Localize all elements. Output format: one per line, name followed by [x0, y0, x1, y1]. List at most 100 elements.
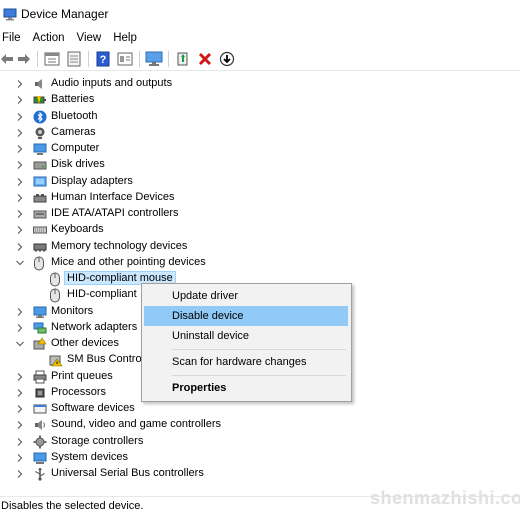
tree-category-batteries[interactable]: Batteries [0, 92, 520, 108]
update-driver-icon [177, 52, 188, 66]
tree-category-audio-inputs-and-outputs[interactable]: Audio inputs and outputs [0, 76, 520, 92]
chevron-right-icon[interactable] [15, 242, 25, 252]
tree-category-computer[interactable]: Computer [0, 141, 520, 157]
back-button[interactable] [0, 49, 14, 69]
menu-action[interactable]: Action [27, 32, 71, 44]
status-text: Disables the selected device. [1, 500, 144, 512]
chevron-right-icon[interactable] [15, 160, 25, 170]
context-uninstall-device[interactable]: Uninstall device [144, 326, 348, 346]
speaker-icon [33, 76, 47, 92]
menu-bar: File Action View Help [0, 28, 520, 47]
chevron-right-icon[interactable] [15, 437, 25, 447]
network-icon [33, 320, 47, 336]
ide-icon [33, 206, 47, 222]
software-icon [33, 401, 47, 417]
tree-item-label: Audio inputs and outputs [51, 77, 173, 89]
storage-icon [33, 434, 47, 450]
context-properties[interactable]: Properties [144, 378, 348, 398]
properties-button[interactable] [41, 49, 63, 69]
tree-item-label: Computer [51, 142, 100, 154]
chevron-right-icon[interactable] [15, 307, 25, 317]
tree-category-human-interface-devices[interactable]: Human Interface Devices [0, 190, 520, 206]
tree-item-label: Mice and other pointing devices [51, 256, 206, 268]
tree-category-display-adapters[interactable]: Display adapters [0, 174, 520, 190]
tree-category-memory-technology-devices[interactable]: Memory technology devices [0, 239, 520, 255]
tree-item-label: Print queues [51, 370, 113, 382]
show-hide-icon [67, 51, 81, 67]
update-driver-button[interactable] [172, 49, 194, 69]
properties-icon [44, 52, 60, 66]
tree-category-ide-ata-atapi-controllers[interactable]: IDE ATA/ATAPI controllers [0, 206, 520, 222]
chevron-right-icon[interactable] [15, 323, 25, 333]
chevron-right-icon[interactable] [15, 469, 25, 479]
tree-item-label: Monitors [51, 305, 94, 317]
toolbar: ? [0, 48, 520, 71]
chevron-right-icon[interactable] [15, 209, 25, 219]
menu-help[interactable]: Help [107, 32, 143, 44]
tree-category-cameras[interactable]: Cameras [0, 125, 520, 141]
monitor-icon [145, 51, 163, 66]
tree-item-label: Software devices [51, 402, 135, 414]
chevron-right-icon[interactable] [15, 112, 25, 122]
tree-category-software-devices[interactable]: Software devices [0, 401, 520, 417]
chevron-right-icon[interactable] [15, 95, 25, 105]
chevron-right-icon[interactable] [15, 193, 25, 203]
processor-icon [33, 385, 47, 401]
tree-item-label: Universal Serial Bus controllers [51, 467, 204, 479]
watermark: shenmazhishi.com [370, 488, 520, 508]
chevron-right-icon[interactable] [15, 404, 25, 414]
context-update-driver[interactable]: Update driver [144, 286, 348, 306]
chevron-right-icon[interactable] [15, 144, 25, 154]
forward-button[interactable] [14, 49, 34, 69]
chevron-right-icon[interactable] [15, 453, 25, 463]
uninstall-button[interactable] [194, 49, 216, 69]
monitor-button[interactable] [143, 49, 165, 69]
forward-icon [18, 54, 30, 64]
chevron-right-icon[interactable] [15, 388, 25, 398]
usb-icon [33, 466, 47, 482]
tree-category-disk-drives[interactable]: Disk drives [0, 157, 520, 173]
uninstall-icon [198, 52, 212, 66]
chevron-right-icon[interactable] [15, 79, 25, 89]
tree-category-system-devices[interactable]: System devices [0, 450, 520, 466]
menu-view[interactable]: View [71, 32, 108, 44]
tree-item-label: Display adapters [51, 175, 133, 187]
help-button[interactable]: ? [92, 49, 114, 69]
chevron-right-icon[interactable] [15, 177, 25, 187]
view-button[interactable] [114, 49, 136, 69]
tree-category-sound-video-and-game-controllers[interactable]: Sound, video and game controllers [0, 417, 520, 433]
printer-icon [33, 369, 47, 385]
tree-item-label: Other devices [51, 337, 119, 349]
tree-category-universal-serial-bus-controllers[interactable]: Universal Serial Bus controllers [0, 466, 520, 482]
context-disable-device[interactable]: Disable device [144, 306, 348, 326]
context-scan-hardware[interactable]: Scan for hardware changes [144, 352, 348, 372]
mouse-icon [49, 271, 63, 287]
mouse-icon [49, 287, 63, 303]
bluetooth-icon [33, 109, 47, 125]
menu-file[interactable]: File [0, 32, 27, 44]
context-item-label: Update driver [172, 290, 239, 302]
other-devices-icon [33, 336, 47, 352]
tree-category-storage-controllers[interactable]: Storage controllers [0, 434, 520, 450]
tree-category-bluetooth[interactable]: Bluetooth [0, 109, 520, 125]
svg-text:?: ? [100, 54, 107, 66]
memory-icon [33, 239, 47, 255]
warning-device-icon [49, 352, 63, 368]
tree-item-label: SM Bus Contro [67, 353, 142, 365]
chevron-down-icon[interactable] [15, 258, 25, 268]
chevron-down-icon[interactable] [15, 339, 25, 349]
chevron-right-icon[interactable] [15, 420, 25, 430]
chevron-right-icon[interactable] [15, 225, 25, 235]
display-adapter-icon [33, 174, 47, 190]
context-separator [172, 375, 346, 376]
chevron-right-icon[interactable] [15, 372, 25, 382]
tree-category-mice-and-other-pointing-devices[interactable]: Mice and other pointing devices [0, 255, 520, 271]
tree-item-label: Memory technology devices [51, 240, 188, 252]
back-icon [1, 54, 13, 64]
show-hide-button[interactable] [63, 49, 85, 69]
disable-button[interactable] [216, 49, 238, 69]
toolbar-separator [88, 51, 89, 67]
camera-icon [33, 125, 47, 141]
tree-category-keyboards[interactable]: Keyboards [0, 222, 520, 238]
chevron-right-icon[interactable] [15, 128, 25, 138]
